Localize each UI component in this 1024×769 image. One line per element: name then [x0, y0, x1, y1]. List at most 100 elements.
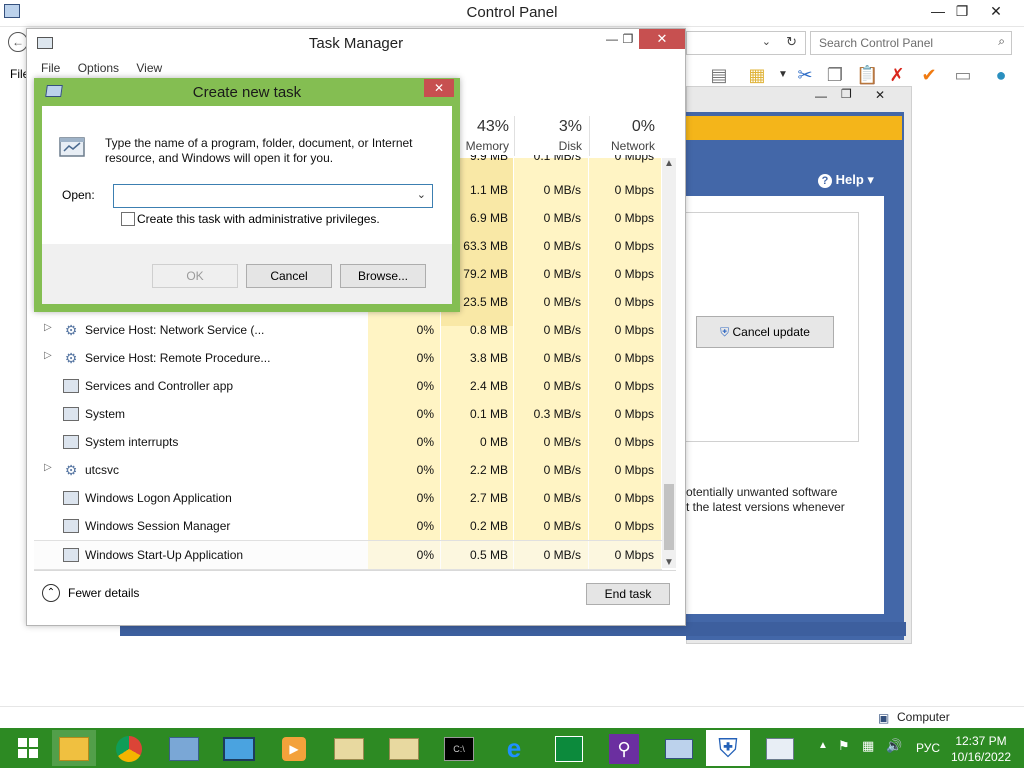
network-icon[interactable]: ▦ [862, 738, 874, 754]
process-name: System [85, 407, 126, 421]
table-row[interactable]: Windows Session Manager 0% 0.2 MB 0 MB/s… [34, 512, 662, 540]
scrollbar-thumb[interactable] [664, 484, 674, 550]
language-indicator[interactable]: РУС [916, 741, 940, 755]
disk-label: Disk [558, 139, 582, 153]
search-folder-icon[interactable] [327, 730, 371, 766]
chevron-down-icon[interactable]: ⌄ [417, 188, 426, 201]
disk-cell: 0 MB/s [543, 379, 581, 393]
help-menu[interactable]: ? Help ▾ [818, 172, 874, 188]
checkmark-icon[interactable]: ✔ [918, 64, 940, 86]
disk-cell: 0 MB/s [543, 295, 581, 309]
cancel-update-label: Cancel update [732, 325, 810, 339]
search-input[interactable]: Search Control Panel ⌕ [810, 31, 1012, 55]
cpu-cell: 0% [416, 435, 434, 449]
folder-check-icon[interactable]: ▦ [746, 64, 768, 86]
show-hidden-icons-icon[interactable]: ▲ [818, 740, 828, 751]
store-icon[interactable] [547, 730, 591, 766]
clock-date[interactable]: 10/16/2022 [948, 750, 1014, 764]
cut-icon[interactable]: ✂ [794, 64, 816, 86]
properties-icon[interactable]: ▭ [952, 64, 974, 86]
network-cell: 0 Mbps [614, 239, 654, 253]
action-center-icon[interactable]: ⚑ [838, 738, 850, 754]
task-manager-graph-icon[interactable] [758, 730, 802, 766]
dialog-description: Type the name of a program, folder, docu… [105, 136, 413, 165]
end-task-button[interactable]: End task [586, 583, 670, 605]
disk-cell: 0 MB/s [543, 323, 581, 337]
expand-arrow-icon[interactable]: ▷ [44, 322, 52, 333]
cancel-button[interactable]: Cancel [246, 264, 332, 288]
network-cell: 0 Mbps [614, 379, 654, 393]
defender-icon[interactable]: ⛨ [706, 730, 750, 766]
internet-explorer-icon[interactable]: e [492, 730, 536, 766]
admin-checkbox[interactable] [121, 212, 135, 226]
paste-icon[interactable]: 📋 [856, 64, 878, 86]
close-button[interactable]: ✕ [976, 0, 1016, 22]
close-button[interactable]: ✕ [639, 29, 685, 49]
table-row[interactable]: Services and Controller app 0% 2.4 MB 0 … [34, 372, 662, 400]
cancel-update-button[interactable]: ⛨ Cancel update [696, 316, 834, 348]
table-row-selected[interactable]: Windows Start-Up Application 0% 0.5 MB 0… [34, 540, 662, 570]
window-icon [63, 519, 79, 533]
memory-cell: 0.8 MB [469, 323, 508, 337]
taskbar: ▶ C:\ e ⚲ ⛨ ▲ ⚑ ▦ 🔊 РУС 12:37 PM 10/16/2… [0, 728, 1024, 768]
task-manager-icon[interactable] [657, 730, 701, 766]
copy-icon[interactable]: ❐ [824, 64, 846, 86]
network-column-header[interactable]: 0% Network [589, 118, 655, 153]
table-row[interactable]: ▷ ⚙ Service Host: Remote Procedure... 0%… [34, 344, 662, 372]
expand-arrow-icon[interactable]: ▷ [44, 462, 52, 473]
delete-icon[interactable]: ✗ [886, 64, 908, 86]
process-name: System interrupts [85, 435, 179, 449]
table-row[interactable]: ▷ ⚙ utcsvc 0% 2.2 MB 0 MB/s 0 Mbps [34, 456, 662, 484]
media-player-icon[interactable]: ▶ [272, 730, 316, 766]
network-cell: 0 Mbps [614, 295, 654, 309]
disk-cell: 0.3 MB/s [533, 407, 581, 421]
table-row[interactable]: Windows Logon Application 0% 2.7 MB 0 MB… [34, 484, 662, 512]
volume-icon[interactable]: 🔊 [886, 738, 902, 754]
control-panel-icon[interactable] [162, 730, 206, 766]
back-arrow-icon[interactable]: ← [8, 32, 28, 52]
close-button[interactable]: ✕ [875, 88, 885, 102]
open-combobox[interactable]: ⌄ [113, 184, 433, 208]
menu-file[interactable]: File [41, 61, 60, 75]
fewer-details-link[interactable]: ⌃ Fewer details [34, 584, 154, 606]
layout-icon[interactable]: ▤ [708, 64, 730, 86]
refresh-icon[interactable]: ↻ [786, 34, 797, 50]
task-manager-title: Task Manager [308, 35, 404, 52]
help-icon: ? [818, 174, 832, 188]
ok-button[interactable]: OK [152, 264, 238, 288]
menu-options[interactable]: Options [78, 61, 119, 75]
cmd-icon[interactable]: C:\ [437, 730, 481, 766]
defender-text-line: otentially unwanted software [686, 485, 838, 499]
start-button[interactable] [8, 730, 48, 766]
search-icon[interactable]: ⌕ [998, 34, 1005, 49]
file-explorer-icon[interactable] [52, 730, 96, 766]
memory-cell: 0.1 MB [469, 407, 508, 421]
status-bar: ▣ Computer [0, 706, 1024, 729]
process-name: Windows Logon Application [85, 491, 232, 505]
maximize-button[interactable]: ❐ [841, 87, 852, 101]
chevron-down-icon[interactable]: ⌄ [762, 35, 771, 48]
magnifier-icon[interactable]: ⚲ [602, 730, 646, 766]
globe-icon[interactable]: ● [990, 64, 1012, 86]
table-row[interactable]: System interrupts 0% 0 MB 0 MB/s 0 Mbps [34, 428, 662, 456]
admin-checkbox-label[interactable]: Create this task with administrative pri… [137, 212, 380, 226]
menu-view[interactable]: View [136, 61, 162, 75]
address-bar[interactable]: ⌄ ↻ [686, 31, 806, 55]
computer-icon[interactable] [217, 730, 261, 766]
scroll-down-icon[interactable]: ▼ [664, 557, 674, 568]
chrome-icon[interactable] [107, 730, 151, 766]
minimize-button[interactable]: — [815, 89, 827, 103]
table-row[interactable]: System 0% 0.1 MB 0.3 MB/s 0 Mbps [34, 400, 662, 428]
chevron-down-icon[interactable]: ▼ [772, 64, 794, 86]
disk-column-header[interactable]: 3% Disk [514, 118, 582, 153]
dialog-close-button[interactable]: ✕ [424, 79, 454, 97]
network-cell: 0 Mbps [614, 548, 654, 562]
table-row[interactable]: ▷ ⚙ Service Host: Network Service (... 0… [34, 316, 662, 344]
network-cell: 0 Mbps [614, 407, 654, 421]
expand-arrow-icon[interactable]: ▷ [44, 350, 52, 361]
clock-time[interactable]: 12:37 PM [948, 734, 1014, 748]
computer-icon: ▣ [878, 711, 890, 725]
search-folder-icon[interactable] [382, 730, 426, 766]
browse-button[interactable]: Browse... [340, 264, 426, 288]
scroll-up-icon[interactable]: ▲ [664, 158, 674, 169]
